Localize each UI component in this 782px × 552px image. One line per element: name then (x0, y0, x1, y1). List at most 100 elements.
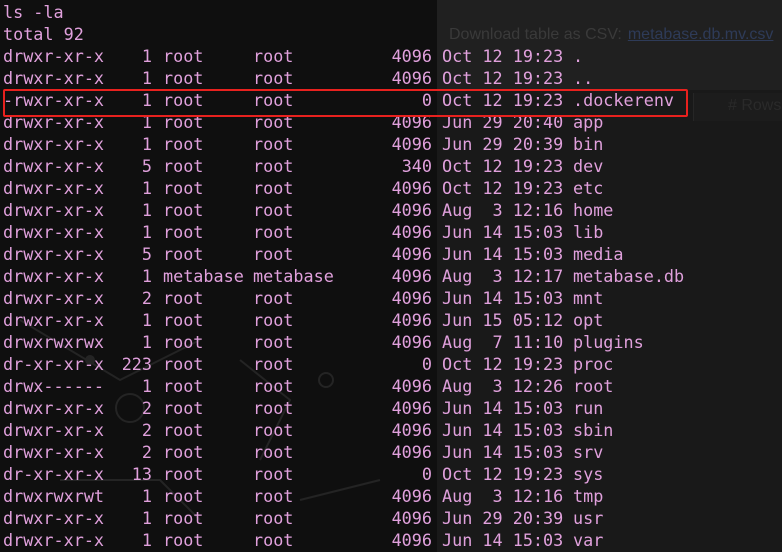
entry-owner: root (163, 288, 204, 308)
entry-link-count: 1 (141, 266, 152, 286)
entry-owner: root (163, 354, 204, 374)
entry-group: root (253, 222, 294, 242)
total-text: total 92 (3, 24, 84, 44)
entry-name: .. (573, 68, 594, 88)
entry-owner: root (163, 156, 204, 176)
entry-size: 4096 (391, 508, 432, 528)
entry-date: Jun 14 15:03 (442, 222, 564, 242)
entry-group: root (253, 376, 294, 396)
entry-date: Jun 29 20:39 (442, 508, 564, 528)
entry-name: tmp (573, 486, 604, 506)
entry-size: 4096 (391, 266, 432, 286)
entry-permissions: drwxr-xr-x (3, 178, 105, 198)
entry-size: 4096 (391, 420, 432, 440)
entry-permissions: drwxr-xr-x (3, 68, 105, 88)
entry-owner: root (163, 376, 204, 396)
entry-group: root (253, 68, 294, 88)
entry-owner: root (163, 420, 204, 440)
entry-size: 4096 (391, 332, 432, 352)
entry-group: root (253, 332, 294, 352)
entry-permissions: drwxrwxrwt (3, 486, 105, 506)
entry-link-count: 1 (141, 46, 152, 66)
entry-group: root (253, 310, 294, 330)
entry-permissions: drwxr-xr-x (3, 244, 105, 264)
entry-permissions: dr-xr-xr-x (3, 354, 105, 374)
entry-permissions: drwxr-xr-x (3, 398, 105, 418)
entry-name: etc (573, 178, 604, 198)
entry-name: mnt (573, 288, 604, 308)
entry-permissions: drwxr-xr-x (3, 200, 105, 220)
entry-link-count: 2 (141, 398, 152, 418)
entry-name: srv (573, 442, 604, 462)
entry-owner: root (163, 200, 204, 220)
entry-name: plugins (573, 332, 644, 352)
entry-group: root (253, 420, 294, 440)
terminal-command-line: ls -la (0, 1, 64, 23)
terminal-total-line: total 92 (0, 23, 84, 45)
entry-size: 4096 (391, 178, 432, 198)
entry-permissions: drwxr-xr-x (3, 46, 105, 66)
entry-name: usr (573, 508, 604, 528)
entry-date: Jun 14 15:03 (442, 420, 564, 440)
entry-link-count: 1 (141, 332, 152, 352)
entry-name: run (573, 398, 604, 418)
entry-name: sys (573, 464, 604, 484)
entry-group: root (253, 398, 294, 418)
entry-date: Aug 3 12:16 (442, 486, 564, 506)
entry-size: 4096 (391, 46, 432, 66)
entry-size: 4096 (391, 200, 432, 220)
entry-date: Jun 14 15:03 (442, 442, 564, 462)
entry-group: root (253, 486, 294, 506)
entry-link-count: 1 (141, 530, 152, 550)
entry-group: root (253, 354, 294, 374)
entry-link-count: 2 (141, 442, 152, 462)
entry-group: root (253, 464, 294, 484)
entry-date: Oct 12 19:23 (442, 156, 564, 176)
entry-owner: root (163, 244, 204, 264)
entry-group: root (253, 530, 294, 550)
entry-owner: root (163, 134, 204, 154)
entry-size: 4096 (391, 222, 432, 242)
entry-group: root (253, 46, 294, 66)
entry-group: root (253, 244, 294, 264)
entry-size: 0 (421, 464, 432, 484)
entry-owner: root (163, 508, 204, 528)
entry-name: lib (573, 222, 604, 242)
entry-size: 4096 (391, 398, 432, 418)
entry-owner: root (163, 398, 204, 418)
entry-permissions: drwxr-xr-x (3, 442, 105, 462)
entry-name: opt (573, 310, 604, 330)
entry-date: Oct 12 19:23 (442, 464, 564, 484)
entry-owner: root (163, 222, 204, 242)
entry-name: home (573, 200, 614, 220)
entry-size: 4096 (391, 486, 432, 506)
entry-date: Jun 15 05:12 (442, 310, 564, 330)
entry-group: root (253, 156, 294, 176)
entry-size: 4096 (391, 244, 432, 264)
entry-permissions: drwxrwxrwx (3, 332, 105, 352)
entry-permissions: drwxr-xr-x (3, 420, 105, 440)
entry-owner: root (163, 46, 204, 66)
entry-date: Jun 14 15:03 (442, 530, 564, 550)
dockerenv-highlight-box (3, 89, 688, 117)
entry-link-count: 1 (141, 200, 152, 220)
entry-date: Jun 14 15:03 (442, 288, 564, 308)
entry-size: 4096 (391, 442, 432, 462)
entry-permissions: drwxr-xr-x (3, 288, 105, 308)
entry-owner: root (163, 530, 204, 550)
entry-permissions: drwxr-xr-x (3, 310, 105, 330)
entry-name: media (573, 244, 624, 264)
entry-permissions: drwxr-xr-x (3, 222, 105, 242)
entry-owner: root (163, 68, 204, 88)
entry-name: metabase.db (573, 266, 685, 286)
entry-owner: root (163, 178, 204, 198)
entry-link-count: 1 (141, 376, 152, 396)
entry-size: 0 (421, 354, 432, 374)
entry-date: Aug 3 12:26 (442, 376, 564, 396)
entry-group: root (253, 288, 294, 308)
entry-group: root (253, 178, 294, 198)
entry-link-count: 1 (141, 68, 152, 88)
entry-link-count: 2 (141, 288, 152, 308)
entry-date: Oct 12 19:23 (442, 178, 564, 198)
entry-permissions: drwxr-xr-x (3, 134, 105, 154)
